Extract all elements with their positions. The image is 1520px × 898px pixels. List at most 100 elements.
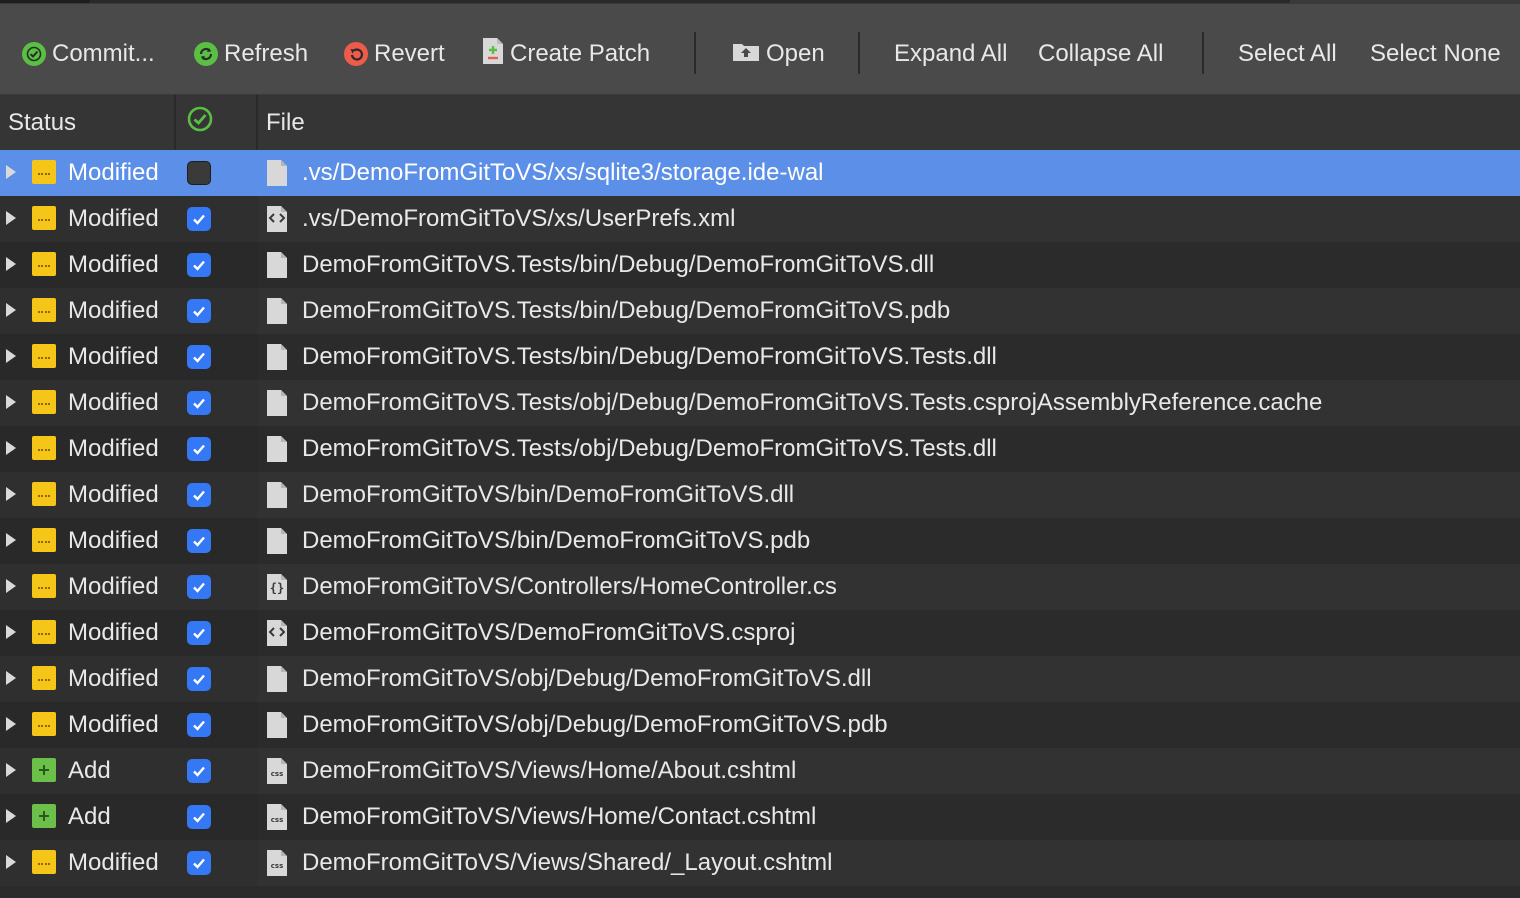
include-checkbox[interactable] [187, 575, 211, 599]
expand-all-button[interactable]: Expand All [894, 34, 1007, 74]
file-row[interactable]: Modified DemoFromGitToVS.Tests/bin/Debug/… [0, 288, 1520, 334]
disclosure-triangle-icon[interactable] [6, 257, 16, 271]
file-row[interactable]: Modified css DemoFromGitToVS/Views/Shared/… [0, 840, 1520, 886]
disclosure-triangle-icon[interactable] [6, 395, 16, 409]
status-label: Modified [68, 251, 159, 278]
file-row[interactable]: Modified .vs/DemoFromGitToVS/xs/sqlite3/s… [0, 150, 1520, 196]
include-checkbox[interactable] [187, 529, 211, 553]
disclosure-triangle-icon[interactable] [6, 809, 16, 823]
include-checkbox[interactable] [187, 345, 211, 369]
column-divider[interactable] [174, 95, 176, 150]
xml-file-icon [267, 206, 287, 232]
create-patch-button[interactable]: Create Patch [482, 34, 650, 74]
include-checkbox[interactable] [187, 391, 211, 415]
include-checkbox[interactable] [187, 253, 211, 277]
file-cell: .vs/DemoFromGitToVS/xs/UserPrefs.xml [258, 196, 1520, 242]
column-divider[interactable] [256, 95, 258, 150]
status-cell: Modified [0, 334, 258, 380]
blank-file-icon [267, 436, 287, 462]
file-path: DemoFromGitToVS/obj/Debug/DemoFromGitToV… [302, 711, 888, 738]
file-cell: DemoFromGitToVS/obj/Debug/DemoFromGitToV… [258, 702, 1520, 748]
disclosure-triangle-icon[interactable] [6, 441, 16, 455]
select-all-button[interactable]: Select All [1238, 34, 1337, 74]
status-label: Add [68, 757, 111, 784]
disclosure-triangle-icon[interactable] [6, 211, 16, 225]
include-checkbox[interactable] [187, 437, 211, 461]
revert-label: Revert [374, 40, 445, 67]
file-cell: DemoFromGitToVS.Tests/obj/Debug/DemoFrom… [258, 380, 1520, 426]
svg-text:{}: {} [270, 581, 284, 595]
blank-file-icon [267, 160, 287, 186]
modified-status-icon [32, 160, 56, 184]
include-checkbox[interactable] [187, 851, 211, 875]
file-cell: css DemoFromGitToVS/Views/Home/Contact.cs… [258, 794, 1520, 840]
file-cell: DemoFromGitToVS.Tests/bin/Debug/DemoFrom… [258, 288, 1520, 334]
file-cell: DemoFromGitToVS.Tests/bin/Debug/DemoFrom… [258, 334, 1520, 380]
blank-file-icon [267, 666, 287, 692]
disclosure-triangle-icon[interactable] [6, 763, 16, 777]
include-checkbox[interactable] [187, 207, 211, 231]
disclosure-triangle-icon[interactable] [6, 671, 16, 685]
file-cell: DemoFromGitToVS/bin/DemoFromGitToVS.pdb [258, 518, 1520, 564]
file-cell: css DemoFromGitToVS/Views/Home/About.csht… [258, 748, 1520, 794]
status-cell: Modified [0, 472, 258, 518]
include-checkbox[interactable] [187, 667, 211, 691]
disclosure-triangle-icon[interactable] [6, 625, 16, 639]
status-cell: Modified [0, 426, 258, 472]
open-button[interactable]: Open [732, 34, 825, 74]
revert-button[interactable]: Revert [344, 34, 445, 74]
toolbar-divider [858, 32, 860, 74]
svg-text:css: css [271, 862, 283, 870]
file-path: .vs/DemoFromGitToVS/xs/sqlite3/storage.i… [302, 159, 824, 186]
status-column-header[interactable]: Status [8, 95, 76, 150]
blank-file-icon [267, 252, 287, 278]
include-checkbox[interactable] [187, 713, 211, 737]
file-cell: DemoFromGitToVS/obj/Debug/DemoFromGitToV… [258, 656, 1520, 702]
file-row[interactable]: Modified DemoFromGitToVS/bin/DemoFromGitT… [0, 472, 1520, 518]
disclosure-triangle-icon[interactable] [6, 533, 16, 547]
file-cell: DemoFromGitToVS.Tests/obj/Debug/DemoFrom… [258, 426, 1520, 472]
select-column-header[interactable] [186, 95, 214, 150]
modified-status-icon [32, 344, 56, 368]
include-checkbox[interactable] [187, 759, 211, 783]
file-path: DemoFromGitToVS/Views/Home/About.cshtml [302, 757, 797, 784]
expand-all-label: Expand All [894, 40, 1008, 67]
file-column-header[interactable]: File [266, 95, 305, 150]
include-checkbox[interactable] [187, 805, 211, 829]
create-patch-label: Create Patch [510, 40, 651, 67]
collapse-all-button[interactable]: Collapse All [1038, 34, 1163, 74]
blank-file-icon [267, 482, 287, 508]
disclosure-triangle-icon[interactable] [6, 165, 16, 179]
include-checkbox[interactable] [187, 299, 211, 323]
status-cell: Modified [0, 702, 258, 748]
file-path: DemoFromGitToVS/DemoFromGitToVS.csproj [302, 619, 796, 646]
modified-status-icon [32, 574, 56, 598]
disclosure-triangle-icon[interactable] [6, 717, 16, 731]
commit-button[interactable]: Commit... [22, 34, 155, 74]
include-checkbox[interactable] [187, 161, 211, 185]
file-row[interactable]: Modified DemoFromGitToVS/bin/DemoFromGitT… [0, 518, 1520, 564]
status-cell: Modified [0, 380, 258, 426]
disclosure-triangle-icon[interactable] [6, 303, 16, 317]
file-column-label: File [266, 108, 305, 136]
disclosure-triangle-icon[interactable] [6, 349, 16, 363]
file-row[interactable]: Modified {} DemoFromGitToVS/Controllers/Ho… [0, 564, 1520, 610]
disclosure-triangle-icon[interactable] [6, 487, 16, 501]
disclosure-triangle-icon[interactable] [6, 855, 16, 869]
file-row[interactable]: Modified .vs/DemoFromGitToVS/xs/UserPrefs… [0, 196, 1520, 242]
select-none-button[interactable]: Select None [1370, 34, 1501, 74]
include-checkbox[interactable] [187, 621, 211, 645]
collapse-all-label: Collapse All [1038, 40, 1164, 67]
file-row[interactable]: Modified DemoFromGitToVS/DemoFromGitToVS.… [0, 610, 1520, 656]
file-row[interactable]: Modified DemoFromGitToVS/obj/Debug/DemoFr… [0, 656, 1520, 702]
file-row[interactable]: Modified DemoFromGitToVS.Tests/bin/Debug/… [0, 242, 1520, 288]
file-row[interactable]: Modified DemoFromGitToVS.Tests/bin/Debug/… [0, 334, 1520, 380]
refresh-button[interactable]: Refresh [194, 34, 308, 74]
file-row[interactable]: Add css DemoFromGitToVS/Views/Home/Contact… [0, 794, 1520, 840]
include-checkbox[interactable] [187, 483, 211, 507]
file-row[interactable]: Modified DemoFromGitToVS/obj/Debug/DemoFr… [0, 702, 1520, 748]
file-row[interactable]: Add css DemoFromGitToVS/Views/Home/About.c… [0, 748, 1520, 794]
disclosure-triangle-icon[interactable] [6, 579, 16, 593]
file-row[interactable]: Modified DemoFromGitToVS.Tests/obj/Debug/… [0, 426, 1520, 472]
file-row[interactable]: Modified DemoFromGitToVS.Tests/obj/Debug/… [0, 380, 1520, 426]
